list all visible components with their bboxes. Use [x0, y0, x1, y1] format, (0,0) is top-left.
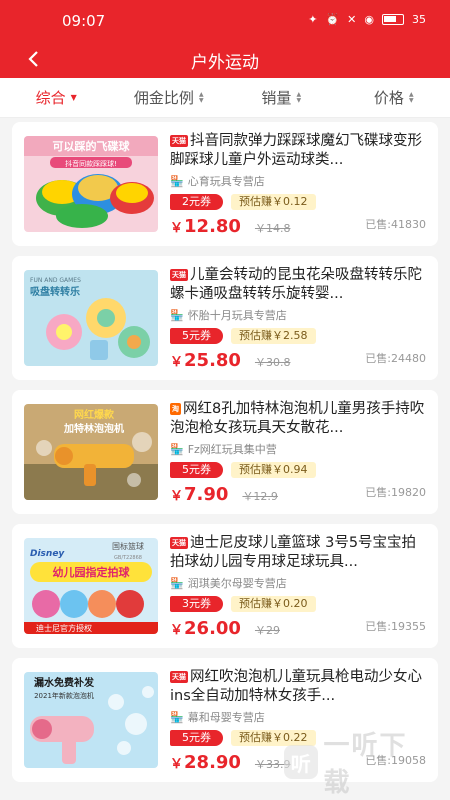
- earn-badge: 预估赚￥0.94: [231, 462, 316, 478]
- shop-icon: 🏪: [170, 576, 184, 590]
- shop-icon: 🏪: [170, 174, 184, 188]
- product-card[interactable]: 可以踩的飞碟球 抖音同款踩踩球! 天猫 抖音同款弹力踩踩球魔幻飞碟球变形脚踩球儿童…: [12, 122, 438, 246]
- sort-bar: 综合 ▼ 佣金比例 ▲ ▼ 销量 ▲ ▼ 价格 ▲ ▼: [0, 78, 450, 118]
- thumb-subline: 幼儿园指定拍球: [53, 565, 131, 579]
- original-price: ￥12.9: [242, 490, 278, 503]
- earn-badge: 预估赚￥0.20: [231, 596, 316, 612]
- coupon-badge: 5元券: [170, 462, 223, 478]
- nav-bar: 户外运动: [0, 42, 450, 78]
- product-image: FUN AND GAMES 吸盘转转乐: [24, 270, 158, 366]
- sort-arrows-icon: ▲ ▼: [296, 90, 302, 104]
- shop-icon: 🏪: [170, 710, 184, 724]
- coupon-badge: 3元券: [170, 596, 223, 612]
- coupon-badge: 2元券: [170, 194, 223, 210]
- thumb-subline: 抖音同款踩踩球!: [65, 159, 117, 168]
- thumb-footer: 迪士尼官方授权: [36, 623, 92, 633]
- shop-name: 🏪 心育玩具专营店: [170, 174, 265, 189]
- product-image: 漏水免费补发 2021年新款泡泡机: [24, 672, 158, 768]
- product-price: ￥28.90: [170, 752, 241, 773]
- watermark: 听 一听下载: [284, 731, 434, 798]
- thumb-subline: 吸盘转转乐: [30, 285, 80, 298]
- sold-count: 已售:19820: [365, 486, 426, 499]
- sold-count: 已售:41830: [365, 218, 426, 231]
- product-title: 天猫 抖音同款弹力踩踩球魔幻飞碟球变形脚踩球儿童户外运动球类...: [170, 133, 422, 168]
- sold-count: 已售:24480: [365, 352, 426, 365]
- product-card[interactable]: 网红爆款 加特林泡泡机 淘网红8孔加特林泡泡机儿童男孩手持吹泡泡枪女孩玩具天女散…: [12, 390, 438, 514]
- sort-tab-sales[interactable]: 销量 ▲ ▼: [225, 78, 338, 117]
- status-time: 09:07: [62, 12, 106, 30]
- product-price: ￥25.80: [170, 350, 241, 371]
- sort-arrows-icon: ▲ ▼: [408, 90, 414, 104]
- original-price: ￥29: [254, 624, 280, 637]
- watermark-logo-icon: 听: [284, 745, 318, 779]
- thumb-headline: 漏水免费补发: [34, 676, 95, 689]
- earn-badge: 预估赚￥2.58: [231, 328, 316, 344]
- tmall-badge: 天猫: [170, 135, 188, 147]
- taobao-badge: 淘: [170, 403, 181, 415]
- product-title: 天猫 迪士尼皮球儿童篮球 3号5号宝宝拍拍球幼儿园专用球足球玩具...: [170, 535, 417, 570]
- thumb-headline: FUN AND GAMES: [30, 277, 81, 284]
- sort-tab-price[interactable]: 价格 ▲ ▼: [338, 78, 450, 117]
- wifi-icon: ◉: [364, 13, 374, 26]
- product-title: 天猫 儿童会转动的昆虫花朵吸盘转转乐陀螺卡通吸盘转转乐旋转婴...: [170, 267, 422, 302]
- shop-icon: 🏪: [170, 442, 184, 456]
- earn-badge: 预估赚￥0.12: [231, 194, 316, 210]
- caret-down-icon: ▼: [70, 93, 77, 102]
- coupon-badge: 5元券: [170, 328, 223, 344]
- shop-name: 🏪 幕和母婴专营店: [170, 710, 265, 725]
- product-price: ￥26.00: [170, 618, 241, 639]
- thumb-headline: 可以踩的飞碟球: [53, 139, 131, 153]
- product-title: 天猫 网红吹泡泡机儿童玩具枪电动少女心ins全自动加特林女孩手...: [170, 669, 422, 704]
- sort-tab-commission[interactable]: 佣金比例 ▲ ▼: [113, 78, 226, 117]
- mute-icon: ✕: [347, 13, 357, 26]
- product-card[interactable]: Disney 国标篮球 GB/T22868 幼儿园指定拍球 迪士尼官方授权 天猫…: [12, 524, 438, 648]
- status-icons: ✦ ⏰ ✕ ◉ 35: [308, 13, 426, 26]
- battery-level: 35: [412, 13, 426, 26]
- product-image: 可以踩的飞碟球 抖音同款踩踩球!: [24, 136, 158, 232]
- alarm-icon: ⏰: [325, 13, 340, 26]
- thumb-subline: 加特林泡泡机: [63, 422, 124, 435]
- tmall-badge: 天猫: [170, 537, 188, 549]
- product-image: Disney 国标篮球 GB/T22868 幼儿园指定拍球 迪士尼官方授权: [24, 538, 158, 634]
- sort-tab-comprehensive[interactable]: 综合 ▼: [0, 78, 113, 117]
- tmall-badge: 天猫: [170, 671, 188, 683]
- thumb-headline: 国标篮球: [112, 541, 144, 551]
- thumb-headline: 网红爆款: [74, 408, 115, 421]
- thumb-code: GB/T22868: [114, 555, 142, 561]
- shop-name: 🏪 润琪美尔母婴专营店: [170, 576, 287, 591]
- product-price: ￥12.80: [170, 216, 241, 237]
- shop-icon: 🏪: [170, 308, 184, 322]
- status-bar: 09:07 ✦ ⏰ ✕ ◉ 35: [0, 0, 450, 42]
- thumb-subline: 2021年新款泡泡机: [34, 691, 94, 700]
- original-price: ￥14.8: [254, 222, 291, 235]
- disney-logo: Disney: [30, 549, 65, 559]
- page-title: 户外运动: [191, 53, 259, 73]
- battery-icon: [382, 14, 404, 25]
- nfc-icon: ✦: [308, 13, 318, 26]
- original-price: ￥30.8: [254, 356, 291, 369]
- coupon-badge: 5元券: [170, 730, 223, 746]
- product-price: ￥7.90: [170, 484, 229, 505]
- shop-name: 🏪 Fz网红玩具集中营: [170, 442, 277, 457]
- sold-count: 已售:19355: [365, 620, 426, 633]
- product-title: 淘网红8孔加特林泡泡机儿童男孩手持吹泡泡枪女孩玩具天女散花...: [170, 401, 425, 436]
- shop-name: 🏪 怀胎十月玩具专营店: [170, 308, 287, 323]
- sort-arrows-icon: ▲ ▼: [198, 90, 204, 104]
- product-image: 网红爆款 加特林泡泡机: [24, 404, 158, 500]
- watermark-text: 一听下载: [323, 731, 408, 798]
- product-list: 可以踩的飞碟球 抖音同款踩踩球! 天猫 抖音同款弹力踩踩球魔幻飞碟球变形脚踩球儿童…: [0, 118, 450, 800]
- tmall-badge: 天猫: [170, 269, 188, 281]
- product-card[interactable]: FUN AND GAMES 吸盘转转乐 天猫 儿童会转动的昆虫花朵吸盘转转乐陀螺卡…: [12, 256, 438, 380]
